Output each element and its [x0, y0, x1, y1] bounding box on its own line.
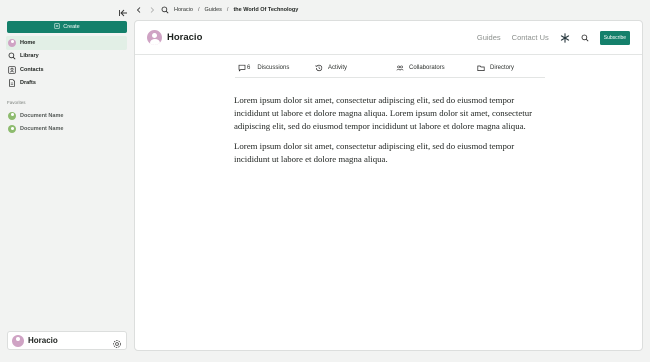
settings-gear-icon[interactable] [112, 336, 122, 348]
back-chevron-icon[interactable] [135, 6, 143, 14]
sidebar-item-contacts[interactable]: Contacts [6, 63, 127, 77]
sidebar: Create Home Library Contacts Drafts Favo… [0, 0, 133, 362]
asterisk-icon[interactable] [560, 32, 570, 43]
article-paragraph: Lorem ipsum dolor sit amet, consectetur … [234, 95, 533, 131]
sidebar-item-label: Drafts [20, 80, 36, 87]
favorite-item[interactable]: Document Name [6, 123, 127, 137]
search-icon[interactable] [581, 34, 589, 42]
sidebar-nav: Home Library Contacts Drafts [6, 36, 127, 90]
subscribe-button[interactable]: Subscribe [599, 30, 630, 45]
search-icon [8, 52, 16, 60]
avatar [147, 30, 162, 45]
user-card[interactable]: Horacio [7, 331, 127, 350]
tab-label: Collaborators [409, 65, 445, 71]
avatar [12, 334, 24, 347]
tab-activity[interactable]: Activity [315, 64, 396, 72]
nav-link-guides[interactable]: Guides [477, 33, 501, 42]
site-header: Horacio Guides Contact Us Subscribe [135, 21, 642, 55]
search-icon[interactable] [161, 6, 169, 14]
top-bar: Horacio / Guides / the World Of Technolo… [134, 0, 650, 20]
tab-collaborators[interactable]: Collaborators [396, 64, 477, 72]
breadcrumb-item[interactable]: Guides [204, 7, 221, 13]
people-icon [396, 64, 404, 72]
favorite-item[interactable]: Document Name [6, 109, 127, 123]
breadcrumb-separator: / [197, 7, 200, 13]
document-icon [8, 79, 16, 87]
sidebar-item-label: Contacts [20, 66, 44, 73]
tab-discussions[interactable]: 6 Discussions [235, 64, 315, 72]
document-avatar-icon [8, 125, 16, 134]
contacts-icon [8, 66, 16, 74]
collapse-sidebar-icon[interactable] [118, 5, 128, 17]
avatar [8, 38, 16, 47]
tab-directory[interactable]: Directory [477, 64, 514, 72]
nav-link-contact-us[interactable]: Contact Us [512, 33, 549, 42]
sidebar-item-label: Library [20, 53, 39, 60]
new-document-icon [54, 23, 60, 31]
favorites-list: Document Name Document Name [6, 109, 127, 136]
header-nav: Guides Contact Us Subscribe [477, 30, 630, 45]
create-button[interactable]: Create [7, 21, 127, 33]
main-panel: Horacio Guides Contact Us Subscribe 6 Di… [134, 20, 643, 351]
document-tabs: 6 Discussions Activity Collaborators Dir… [235, 59, 545, 78]
chat-icon [238, 64, 246, 72]
favorites-heading: Favorites [7, 100, 26, 105]
article-paragraph: Lorem ipsum dolor sit amet, consectetur … [234, 140, 515, 164]
document-avatar-icon [8, 111, 16, 120]
breadcrumb-separator: / [226, 7, 229, 13]
history-icon [315, 64, 323, 72]
article-body: Lorem ipsum dolor sit amet, consectetur … [234, 94, 536, 172]
brand[interactable]: Horacio [147, 30, 202, 45]
sidebar-item-home[interactable]: Home [6, 36, 127, 50]
forward-chevron-icon[interactable] [148, 6, 156, 14]
sidebar-item-library[interactable]: Library [6, 50, 127, 64]
brand-name: Horacio [167, 32, 203, 43]
favorite-item-label: Document Name [20, 112, 64, 119]
breadcrumb-current: the World Of Technology [233, 7, 299, 13]
breadcrumb-item[interactable]: Horacio [174, 7, 193, 13]
discussions-count: 6 [247, 65, 251, 71]
tab-label: Activity [328, 65, 348, 71]
user-name: Horacio [28, 336, 58, 345]
favorite-item-label: Document Name [20, 126, 64, 133]
breadcrumb: Horacio / Guides / the World Of Technolo… [174, 7, 298, 13]
sidebar-item-label: Home [20, 39, 36, 46]
tab-label: Directory [490, 65, 515, 71]
tab-label: Discussions [257, 65, 290, 71]
sidebar-item-drafts[interactable]: Drafts [6, 77, 127, 91]
folder-icon [477, 64, 485, 72]
create-button-label: Create [63, 24, 80, 30]
